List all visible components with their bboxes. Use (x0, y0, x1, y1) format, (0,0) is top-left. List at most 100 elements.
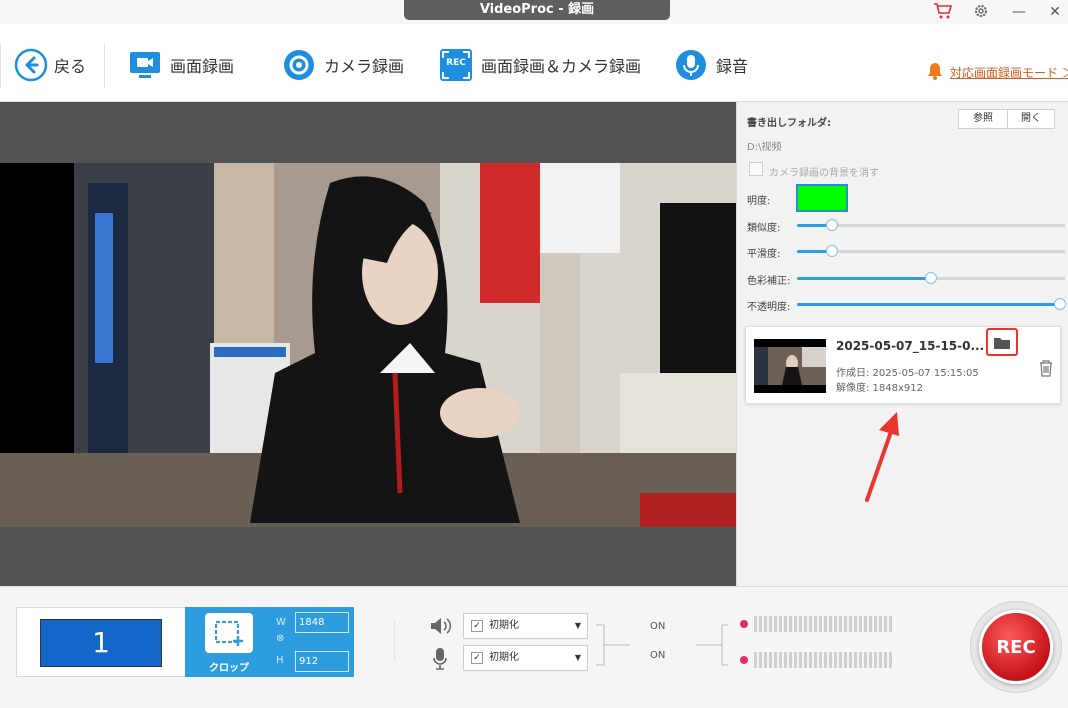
opacity-label: 不透明度: (747, 302, 791, 313)
level-meter-tick (754, 616, 757, 632)
level-meter-tick (824, 616, 827, 632)
key-color-swatch[interactable] (796, 184, 848, 212)
browse-button[interactable]: 参照 (958, 109, 1008, 129)
level-meter-tick (769, 652, 772, 668)
level-meter-tick (864, 616, 867, 632)
microphone-small-icon[interactable] (432, 647, 448, 675)
speaker-level-meter (734, 613, 896, 635)
similarity-slider[interactable] (797, 219, 1065, 231)
mic-state[interactable]: ON (650, 650, 665, 661)
level-meter-tick (844, 652, 847, 668)
crop-icon (215, 621, 243, 646)
level-meter-tick (784, 652, 787, 668)
screen-selector[interactable]: 1 (16, 607, 186, 677)
screen-record-button[interactable]: 画面録画 (128, 48, 234, 82)
close-icon[interactable]: ✕ (1042, 2, 1068, 22)
level-meter-tick (809, 616, 812, 632)
level-meter-tick (754, 652, 757, 668)
level-meter-tick (789, 616, 792, 632)
level-meter-tick (819, 652, 822, 668)
webcam-icon (282, 48, 316, 82)
level-meter-tick (834, 616, 837, 632)
level-meter-tick (854, 652, 857, 668)
color-correction-slider-knob[interactable] (925, 272, 937, 284)
level-meter-tick (849, 652, 852, 668)
level-meter-tick (829, 616, 832, 632)
similarity-slider-knob[interactable] (825, 219, 838, 231)
camera-record-label: カメラ録画 (324, 57, 405, 76)
height-input[interactable]: 912 (295, 651, 349, 672)
level-meter-tick (829, 652, 832, 668)
folder-icon (994, 337, 1010, 349)
level-meter-tick (859, 616, 862, 632)
back-arrow-icon (14, 48, 48, 82)
level-meter-tick (819, 616, 822, 632)
minimize-icon[interactable]: — (1006, 2, 1032, 22)
title-bar: VideoProc - 録画 — ✕ (0, 0, 1068, 24)
smoothness-slider[interactable] (797, 245, 1065, 257)
level-meter-tick (854, 616, 857, 632)
brightness-label: 明度: (747, 196, 771, 207)
speaker-device-dropdown[interactable]: ✓ 初期化 ▼ (463, 613, 588, 639)
level-meter-tick (789, 652, 792, 668)
settings-gear-icon[interactable] (968, 2, 994, 22)
speaker-icon[interactable] (430, 617, 452, 639)
recording-file-card[interactable]: 2025-05-07_15-15-0... 作成日: 2025-05-07 15… (745, 326, 1061, 404)
level-meter-tick (774, 652, 777, 668)
bell-icon (927, 62, 943, 84)
rec-badge-text: REC (446, 58, 466, 68)
crop-button[interactable] (205, 613, 253, 653)
level-meter-tick (769, 616, 772, 632)
level-meter-tick (809, 652, 812, 668)
speaker-checkbox[interactable]: ✓ (471, 620, 483, 632)
level-meter-tick (874, 616, 877, 632)
videoproc-recorder-window: VideoProc - 録画 — ✕ 戻る 画面録画 カメラ録画 REC 画面録… (0, 0, 1068, 708)
screen-record-icon (128, 48, 162, 82)
camera-record-button[interactable]: カメラ録画 (282, 48, 404, 82)
color-correction-slider[interactable] (797, 272, 1065, 284)
mic-device-value: 初期化 (489, 652, 519, 663)
back-label: 戻る (54, 57, 87, 76)
supported-modes-link[interactable]: 対応画面録画モード ＞ (950, 64, 1068, 81)
mic-checkbox[interactable]: ✓ (471, 652, 483, 664)
level-meter-tick (814, 652, 817, 668)
microphone-icon (674, 48, 708, 82)
open-button[interactable]: 開く (1007, 109, 1055, 129)
delete-trash-icon[interactable] (1038, 359, 1054, 381)
back-button[interactable]: 戻る (14, 48, 86, 82)
remove-background-label: カメラ録画の背景を消す (769, 168, 879, 179)
screen-and-camera-record-button[interactable]: REC 画面録画＆カメラ録画 (439, 48, 641, 82)
width-input[interactable]: 1848 (295, 612, 349, 633)
chevron-down-icon: ▼ (574, 653, 581, 662)
rec-button[interactable]: REC (970, 601, 1062, 693)
level-meter-tick (759, 616, 762, 632)
cart-icon[interactable] (930, 2, 956, 22)
speaker-state[interactable]: ON (650, 621, 665, 632)
level-meter-tick (849, 616, 852, 632)
level-meter-tick (759, 652, 762, 668)
level-meter-tick (834, 652, 837, 668)
level-meter-tick (804, 616, 807, 632)
audio-record-button[interactable]: 録音 (674, 48, 748, 82)
remove-background-checkbox[interactable] (749, 162, 763, 176)
camera-preview-area (0, 102, 736, 586)
window-title: VideoProc - 録画 (404, 0, 670, 20)
level-meter-tick (784, 616, 787, 632)
link-aspect-icon[interactable]: ⊗ (276, 633, 284, 644)
opacity-slider[interactable] (797, 298, 1066, 310)
level-meter-tick (794, 652, 797, 668)
level-meter-tick (889, 652, 892, 668)
level-meter-tick (839, 616, 842, 632)
open-folder-button[interactable] (986, 328, 1018, 356)
mic-level-meter (734, 649, 896, 671)
level-meter-tick (879, 616, 882, 632)
level-meter-tick (799, 652, 802, 668)
height-label: H (276, 655, 284, 666)
level-meter-tick (839, 652, 842, 668)
level-meter-tick (794, 616, 797, 632)
chevron-down-icon: ▼ (574, 621, 581, 630)
mic-device-dropdown[interactable]: ✓ 初期化 ▼ (463, 645, 588, 671)
opacity-slider-knob[interactable] (1053, 298, 1066, 310)
smoothness-slider-knob[interactable] (825, 245, 838, 257)
audio-record-label: 録音 (716, 57, 749, 76)
